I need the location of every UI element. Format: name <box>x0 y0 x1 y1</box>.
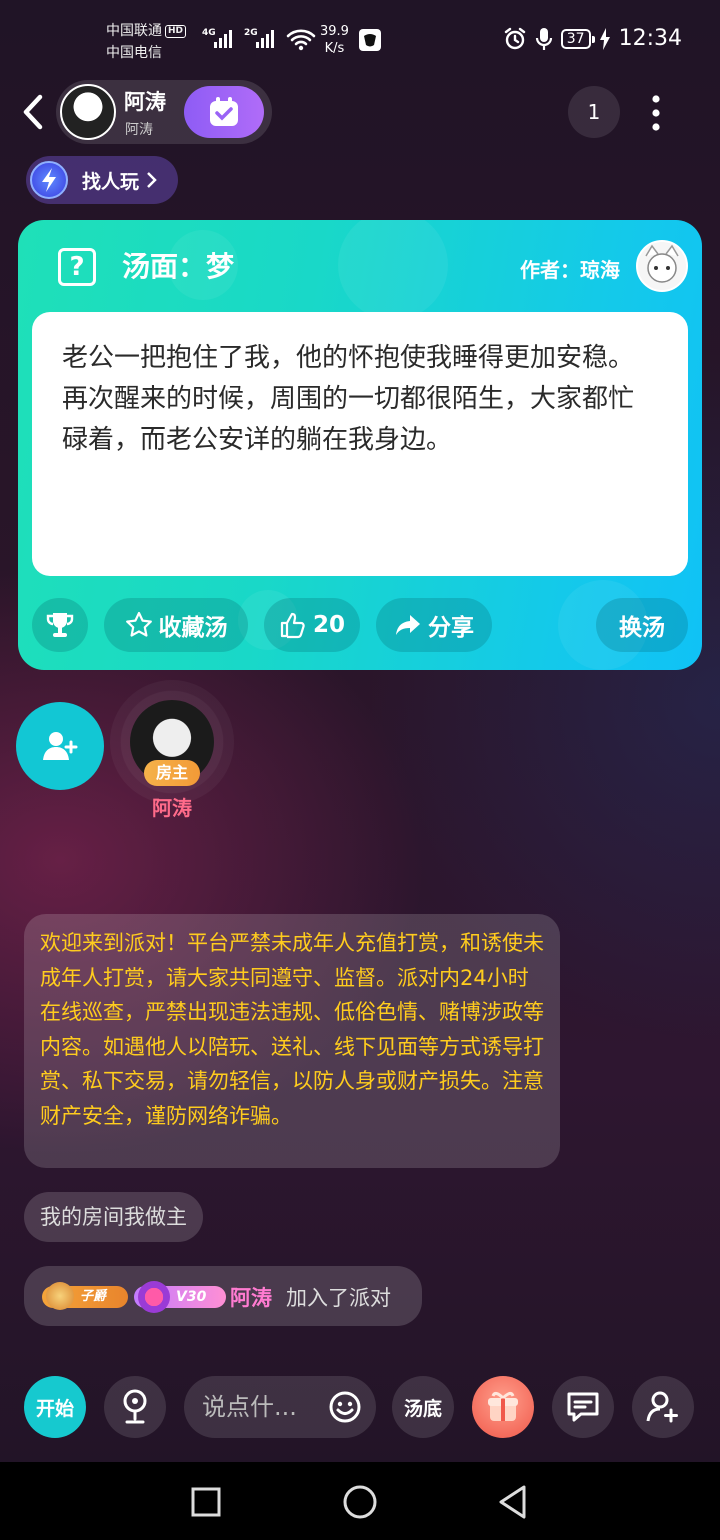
answer-label: 汤底 <box>403 1397 442 1420</box>
mic-button[interactable] <box>104 1376 166 1438</box>
puzzle-card: ? 汤面：梦 作者：琼海 老公一把抱住了我，他的怀抱使我睡得更加安稳。再次醒来的… <box>18 220 702 670</box>
host-subtitle: 阿涛 <box>125 122 153 138</box>
signal-icon-1: 4G <box>202 28 232 48</box>
find-play-button[interactable]: 找人玩 <box>26 156 178 204</box>
share-label: 分享 <box>428 615 474 641</box>
chat-input[interactable]: 说点什... <box>184 1376 376 1438</box>
back-arrow-icon[interactable] <box>18 93 48 131</box>
like-button[interactable]: 20 <box>264 598 360 652</box>
charging-icon <box>599 27 610 50</box>
microphone-icon <box>535 27 552 50</box>
share-button[interactable]: 分享 <box>376 598 492 652</box>
system-nav-bar <box>0 1462 720 1540</box>
lightning-icon <box>30 161 68 199</box>
online-count[interactable]: 1 <box>568 86 620 138</box>
puzzle-author[interactable]: 作者：琼海 <box>520 254 620 283</box>
find-play-label: 找人玩 <box>82 170 140 193</box>
emoji-icon[interactable] <box>328 1390 362 1424</box>
signal-icon-2: 2G <box>244 28 274 48</box>
follow-check-button[interactable] <box>184 86 264 138</box>
hd-icon: HD <box>165 25 187 38</box>
owner-badge: 房主 <box>144 760 200 786</box>
chat-message: 我的房间我做主 <box>24 1192 203 1242</box>
thumbs-up-icon <box>280 612 305 639</box>
system-notice: 欢迎来到派对！平台严禁未成年人充值打赏，和诱使未成年人打赏，请大家共同遵守、监督… <box>24 914 560 1168</box>
wifi-icon <box>286 29 316 51</box>
carrier-info: 中国联通 HD 中国电信 <box>106 20 187 64</box>
share-arrow-icon <box>396 615 420 635</box>
change-puzzle-label: 换汤 <box>619 615 665 641</box>
invite-button[interactable] <box>632 1376 694 1438</box>
host-avatar[interactable] <box>60 84 116 140</box>
star-icon <box>125 611 152 637</box>
favorite-label: 收藏汤 <box>158 615 228 641</box>
home-icon[interactable] <box>342 1484 378 1520</box>
owner-name: 阿涛 <box>152 796 192 820</box>
app-notification-icon <box>359 29 381 51</box>
like-count: 20 <box>312 612 345 638</box>
host-name: 阿涛 <box>124 90 166 114</box>
question-icon: ? <box>58 248 96 286</box>
puzzle-title: 汤面：梦 <box>122 250 235 283</box>
vip-badge: V30 <box>134 1281 226 1313</box>
back-icon[interactable] <box>496 1484 530 1520</box>
chevron-right-icon <box>147 172 157 188</box>
join-text: 加入了派对 <box>286 1286 391 1310</box>
trophy-icon <box>46 613 74 637</box>
puzzle-story-text: 老公一把抱住了我，他的怀抱使我睡得更加安稳。再次醒来的时候，周围的一切都很陌生，… <box>32 312 688 576</box>
battery-icon: 37 <box>560 28 595 49</box>
gift-icon <box>488 1391 518 1421</box>
start-label: 开始 <box>35 1397 74 1420</box>
invite-user-button[interactable] <box>16 702 104 790</box>
microphone-icon <box>123 1389 147 1424</box>
more-options-icon[interactable] <box>646 94 666 134</box>
author-avatar[interactable] <box>636 240 688 292</box>
answer-button[interactable]: 汤底 <box>392 1376 454 1438</box>
calendar-check-icon <box>210 97 238 126</box>
clock: 12:34 <box>618 26 682 51</box>
add-user-icon <box>646 1391 678 1423</box>
join-user-name[interactable]: 阿涛 <box>230 1282 272 1312</box>
add-user-icon <box>43 732 78 760</box>
trophy-button[interactable] <box>32 598 88 652</box>
alarm-icon <box>504 27 525 49</box>
carrier-1: 中国联通 <box>106 23 162 39</box>
carrier-2: 中国电信 <box>106 45 162 61</box>
chat-input-placeholder: 说点什... <box>202 1393 297 1421</box>
rank-badge: 子爵 <box>42 1282 128 1310</box>
status-right: 37 12:34 <box>503 26 682 51</box>
start-button[interactable]: 开始 <box>24 1376 86 1438</box>
favorite-button[interactable]: 收藏汤 <box>104 598 248 652</box>
message-button[interactable] <box>552 1376 614 1438</box>
network-speed: 39.9 K/s <box>320 24 349 56</box>
gift-button[interactable] <box>472 1376 534 1438</box>
change-puzzle-button[interactable]: 换汤 <box>596 598 688 652</box>
chat-bubble-icon <box>567 1392 599 1422</box>
recent-apps-icon[interactable] <box>190 1486 222 1518</box>
